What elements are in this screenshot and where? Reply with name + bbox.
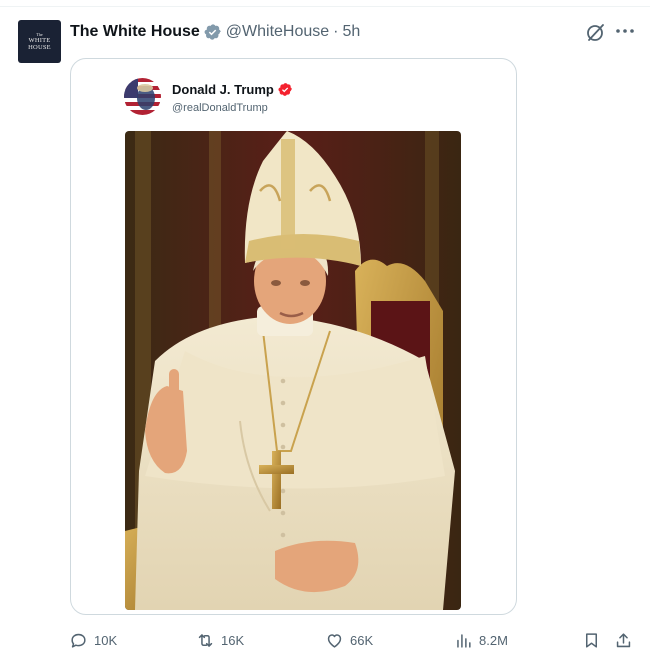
author-display-name[interactable]: The White House [70,23,200,41]
embedded-author-display-name[interactable]: Donald J. Trump [172,82,274,97]
verified-red-badge-icon [278,83,292,96]
embedded-author-name-row: Donald J. Trump [172,82,293,97]
reply-icon [71,633,86,648]
verified-gov-badge-icon [204,24,221,40]
post-timestamp[interactable]: 5h [343,23,361,41]
avatar-text-white: WHITE [28,37,51,44]
reply-button[interactable]: 10K [69,626,117,654]
analytics-icon [457,633,471,648]
bookmark-button[interactable] [582,626,607,654]
grok-icon[interactable] [584,20,608,44]
action-bar: 10K 16K 66K 8.2M [0,626,650,654]
avatar-text-house: HOUSE [28,44,51,51]
views-button[interactable]: 8.2M [454,626,508,654]
repost-count: 16K [221,632,245,648]
bookmark-icon [585,632,598,648]
author-handle[interactable]: @WhiteHouse [226,23,329,41]
white-house-avatar[interactable]: The WHITE HOUSE [18,20,61,63]
embedded-author-handle[interactable]: @realDonaldTrump [172,102,268,114]
views-count: 8.2M [479,632,508,648]
reply-count: 10K [94,632,118,648]
separator-dot: · [333,23,339,40]
more-options-icon[interactable] [614,20,636,42]
like-count: 66K [350,632,374,648]
share-button[interactable] [614,626,639,654]
repost-button[interactable]: 16K [196,626,244,654]
trump-avatar[interactable] [124,78,161,115]
post-image[interactable] [125,131,461,610]
top-divider [0,0,650,7]
repost-icon [198,633,213,647]
share-icon [616,632,631,647]
post-header: The White House @WhiteHouse · 5h [70,21,360,43]
like-button[interactable]: 66K [325,626,373,654]
heart-icon [327,633,342,648]
